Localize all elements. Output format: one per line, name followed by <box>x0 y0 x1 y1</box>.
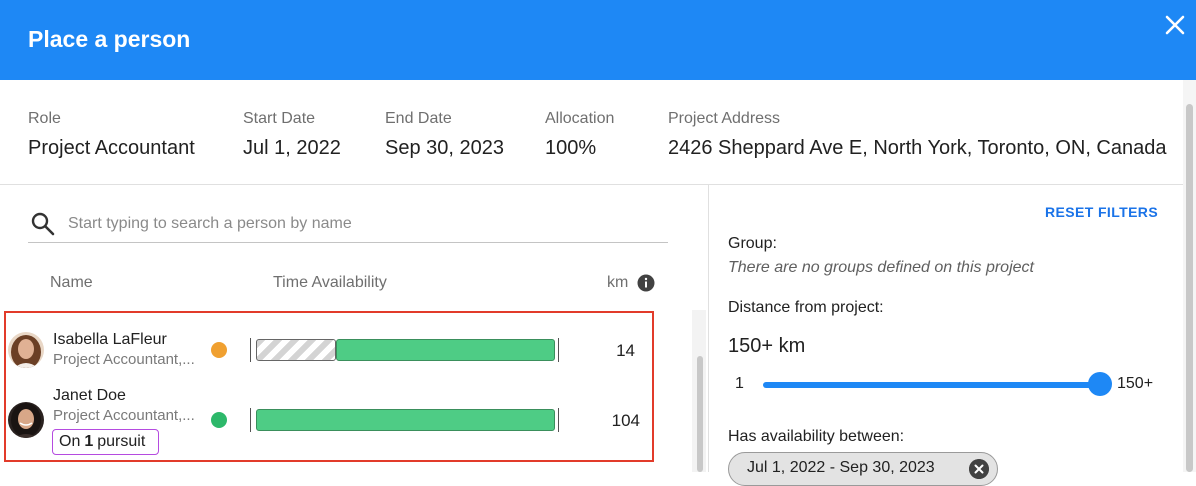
slider-min-label: 1 <box>735 375 744 392</box>
search-input[interactable] <box>66 207 668 241</box>
info-address-label: Project Address <box>668 110 781 127</box>
group-label: Group: <box>728 235 777 252</box>
info-icon[interactable] <box>637 274 655 292</box>
results-scrollbar-thumb[interactable] <box>697 356 703 472</box>
info-end-date: End Date Sep 30, 2023 <box>385 110 504 170</box>
info-address-value: 2426 Sheppard Ave E, North York, Toronto… <box>668 137 1167 159</box>
distance-value: 150+ km <box>728 335 806 357</box>
info-start-date: Start Date Jul 1, 2022 <box>243 110 341 170</box>
column-header-availability[interactable]: Time Availability <box>273 274 387 292</box>
availability-filter-label: Has availability between: <box>728 428 905 445</box>
reset-filters-button[interactable]: RESET FILTERS <box>1045 204 1158 220</box>
dialog-header: Place a person <box>0 0 1196 80</box>
selection-highlight <box>4 311 654 462</box>
dialog-scrollbar-thumb[interactable] <box>1186 104 1193 472</box>
chip-remove-icon[interactable] <box>969 459 989 479</box>
info-start-date-value: Jul 1, 2022 <box>243 137 341 159</box>
info-start-date-label: Start Date <box>243 110 316 127</box>
info-role-label: Role <box>28 110 61 127</box>
distance-slider-thumb[interactable] <box>1088 372 1112 396</box>
column-header-km[interactable]: km <box>607 274 628 292</box>
info-end-date-label: End Date <box>385 110 452 127</box>
distance-slider[interactable] <box>763 382 1103 388</box>
search-icon <box>31 212 55 236</box>
info-role: Role Project Accountant <box>28 110 195 170</box>
dialog-title: Place a person <box>28 26 191 52</box>
slider-max-label: 150+ <box>1117 375 1154 392</box>
info-role-value: Project Accountant <box>28 137 195 159</box>
info-allocation: Allocation 100% <box>545 110 614 170</box>
date-range-chip-label: Jul 1, 2022 - Sep 30, 2023 <box>747 459 935 476</box>
info-allocation-value: 100% <box>545 137 597 159</box>
column-header-name[interactable]: Name <box>50 274 93 292</box>
distance-label: Distance from project: <box>728 299 884 316</box>
date-range-chip[interactable]: Jul 1, 2022 - Sep 30, 2023 <box>728 452 998 486</box>
close-icon[interactable] <box>1162 12 1188 38</box>
info-project-address: Project Address 2426 Sheppard Ave E, Nor… <box>668 110 1167 170</box>
divider-vertical <box>708 185 709 472</box>
info-allocation-label: Allocation <box>545 110 615 127</box>
divider-horizontal <box>0 184 1183 185</box>
info-end-date-value: Sep 30, 2023 <box>385 137 504 159</box>
group-note: There are no groups defined on this proj… <box>728 259 1034 276</box>
search-underline <box>28 242 668 243</box>
